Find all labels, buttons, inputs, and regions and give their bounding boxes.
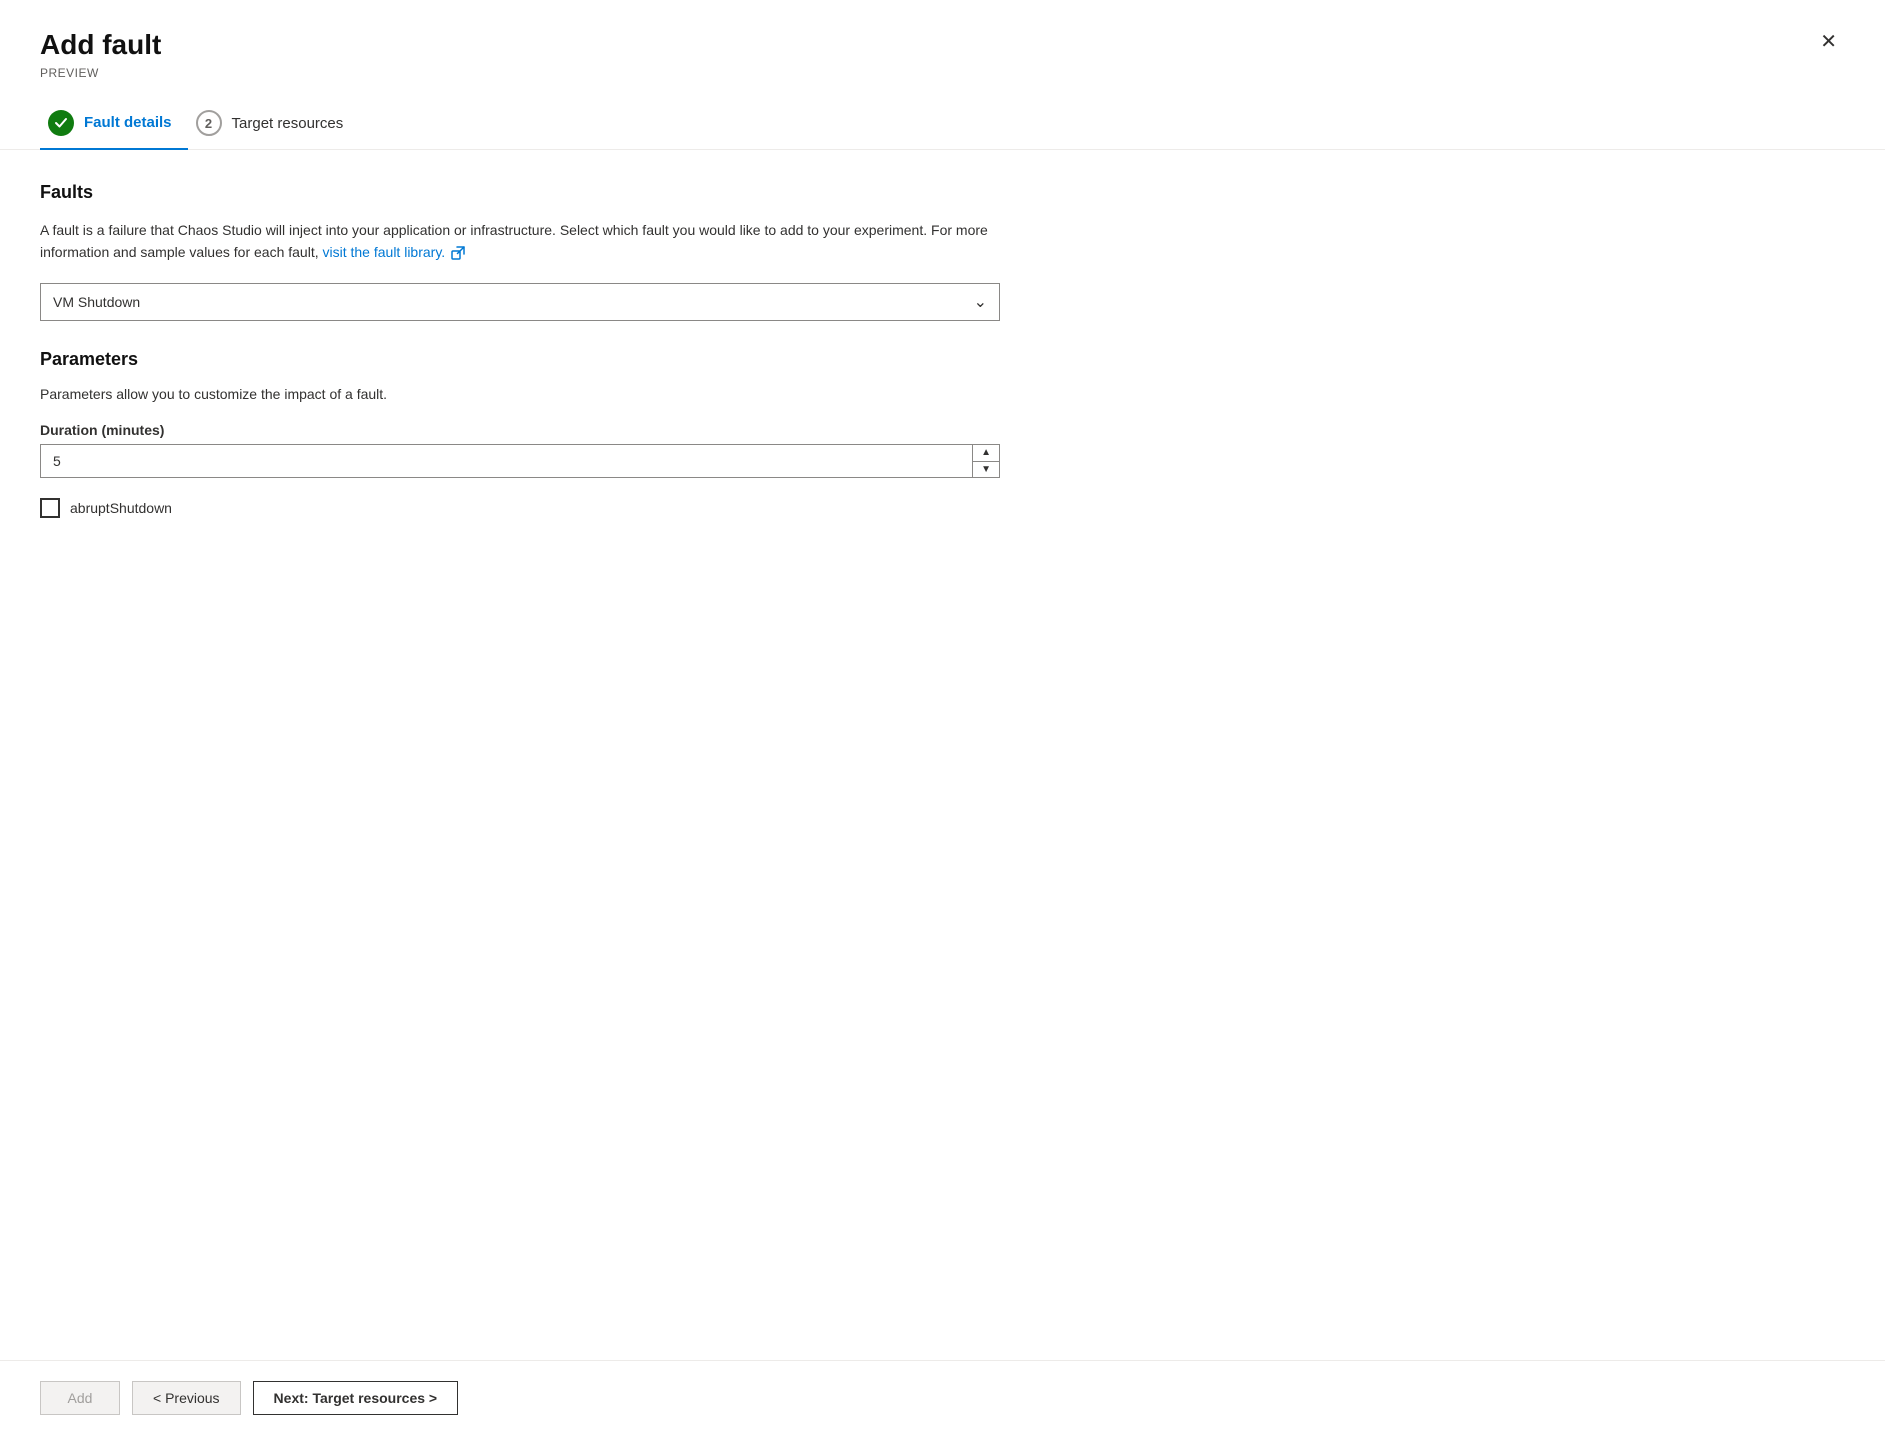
fault-library-link-text: visit the fault library. [323,244,446,260]
duration-input[interactable] [41,445,972,477]
dialog-title: Add fault [40,28,161,62]
parameters-section-title: Parameters [40,349,1845,370]
dialog-footer: Add < Previous Next: Target resources > [0,1360,1885,1435]
tab-step-1-circle [48,110,74,136]
fault-type-selected-value: VM Shutdown [53,294,140,310]
abrupt-shutdown-checkbox[interactable] [40,498,60,518]
next-button[interactable]: Next: Target resources > [253,1381,459,1415]
parameters-section: Parameters Parameters allow you to custo… [40,349,1845,518]
tab-fault-details-label: Fault details [84,114,172,131]
faults-section: Faults A fault is a failure that Chaos S… [40,182,1845,322]
abrupt-shutdown-label: abruptShutdown [70,500,172,516]
external-link-icon [451,246,465,260]
parameters-description: Parameters allow you to customize the im… [40,386,1845,402]
close-icon: ✕ [1820,31,1837,53]
spin-buttons: ▲ ▼ [972,445,999,477]
add-fault-dialog: Add fault PREVIEW ✕ Fault details 2 Targ… [0,0,1885,1435]
dialog-body: Faults A fault is a failure that Chaos S… [0,150,1885,1360]
checkmark-icon [54,116,68,130]
duration-label: Duration (minutes) [40,422,1845,438]
title-block: Add fault PREVIEW [40,28,161,80]
spin-up-button[interactable]: ▲ [973,445,999,462]
duration-input-container: ▲ ▼ [40,444,1000,478]
fault-type-dropdown[interactable]: VM Shutdown ⌄ [40,283,1000,321]
dialog-header: Add fault PREVIEW ✕ [0,0,1885,80]
faults-section-title: Faults [40,182,1845,203]
close-button[interactable]: ✕ [1812,28,1845,56]
fault-library-link[interactable]: visit the fault library. [323,244,466,260]
tab-step-2-circle: 2 [196,110,222,136]
abrupt-shutdown-checkbox-container[interactable]: abruptShutdown [40,498,1845,518]
add-button[interactable]: Add [40,1381,120,1415]
previous-button[interactable]: < Previous [132,1381,241,1415]
tab-fault-details[interactable]: Fault details [40,100,188,150]
tab-target-resources-label: Target resources [232,115,344,132]
tab-target-resources[interactable]: 2 Target resources [188,100,360,149]
dialog-subtitle: PREVIEW [40,66,161,80]
spin-down-button[interactable]: ▼ [973,462,999,478]
chevron-down-icon: ⌄ [974,292,987,312]
faults-description: A fault is a failure that Chaos Studio w… [40,219,1000,264]
tabs-container: Fault details 2 Target resources [0,80,1885,150]
faults-description-text: A fault is a failure that Chaos Studio w… [40,222,988,260]
